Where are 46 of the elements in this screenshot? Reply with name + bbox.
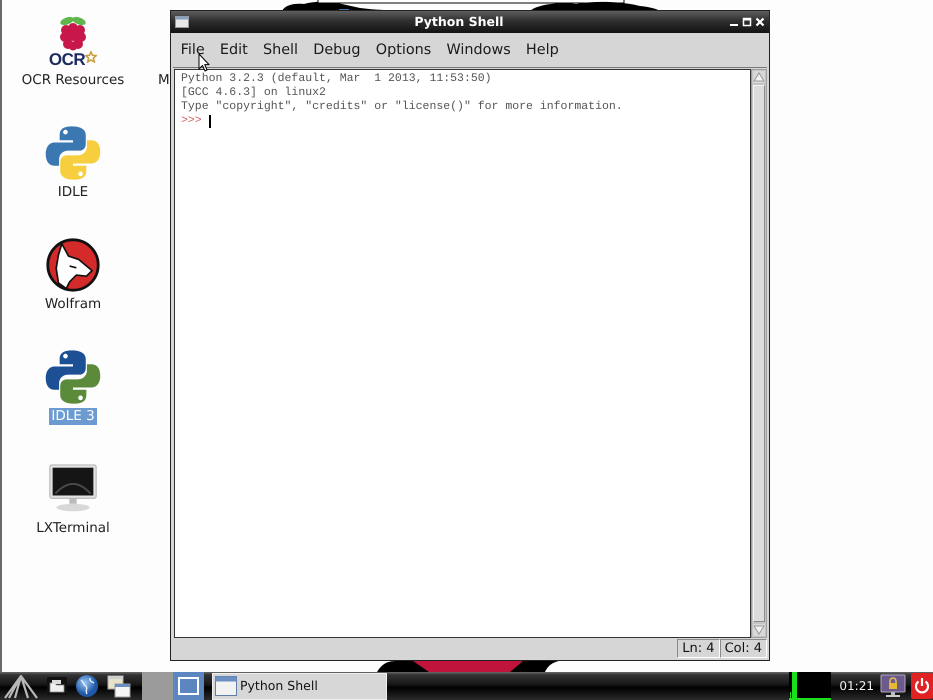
workspace-button[interactable] [173, 672, 204, 700]
desktop-icon-label[interactable]: M [158, 72, 170, 89]
maximize-icon[interactable] [742, 17, 752, 27]
monitor-lock-icon[interactable] [880, 674, 906, 698]
desktop-icon-label[interactable]: OCR Resources [20, 72, 126, 89]
scrollbar[interactable] [751, 69, 767, 638]
shell-output-line: [GCC 4.6.3] on linux2 [181, 86, 326, 100]
window-icon [215, 675, 237, 697]
menu-item[interactable]: File [173, 40, 212, 60]
scroll-down-arrow-icon[interactable] [753, 624, 765, 636]
mouse-pointer-icon [198, 53, 210, 72]
globe-icon[interactable] [75, 674, 99, 698]
shell-prompt: >>> [181, 114, 202, 128]
shell-text-area[interactable]: Python 3.2.3 (default, Mar 1 2013, 11:53:50) [GCC 4.6.3] on linux2 Type "copyright", "credits" or "license()" for more information. >>> [174, 69, 751, 638]
overlapping-windows-icon[interactable] [107, 674, 131, 698]
folder-icon[interactable] [47, 675, 67, 697]
window-title: Python Shell [413, 12, 505, 31]
desktop-icon-label[interactable]: LXTerminal [34, 520, 112, 537]
scroll-up-arrow-icon[interactable] [753, 71, 765, 83]
window-icon [175, 16, 189, 28]
shell-output-line: Type "copyright", "credits" or "license()" for more information. [181, 100, 623, 114]
wolf-head-icon[interactable] [45, 237, 101, 293]
star-icon [85, 50, 98, 62]
cursor-position-label: Ln: 4 [677, 639, 720, 658]
menu-icon[interactable] [3, 673, 39, 699]
menu-item[interactable]: Edit [212, 40, 256, 60]
desktop-icon-label[interactable]: Wolfram [42, 296, 104, 313]
cpu-usage-graph [789, 672, 832, 700]
power-icon[interactable] [911, 673, 933, 699]
clock: 01:21 [839, 678, 874, 695]
cursor-position-label: Col: 4 [720, 639, 767, 658]
python-logo-icon[interactable] [44, 348, 102, 406]
menu-item[interactable]: Shell [255, 40, 306, 60]
close-icon[interactable] [755, 17, 765, 27]
text-cursor-icon [208, 114, 211, 128]
raspberry-icon[interactable] [57, 14, 89, 50]
menu-item[interactable]: Help [518, 40, 566, 60]
taskbar-window-button[interactable]: Python Shell [212, 672, 387, 700]
menu-item[interactable]: Windows [438, 40, 518, 60]
scrollbar-thumb[interactable] [753, 85, 765, 622]
menu-item[interactable]: Options [368, 40, 439, 60]
python-logo-icon[interactable] [44, 124, 102, 182]
desktop-icon-label[interactable]: IDLE [56, 184, 90, 201]
menu-item[interactable]: Debug [306, 40, 368, 60]
logo-text: OCR [48, 50, 86, 68]
shell-output-line: Python 3.2.3 (default, Mar 1 2013, 11:53:50) [181, 72, 492, 86]
